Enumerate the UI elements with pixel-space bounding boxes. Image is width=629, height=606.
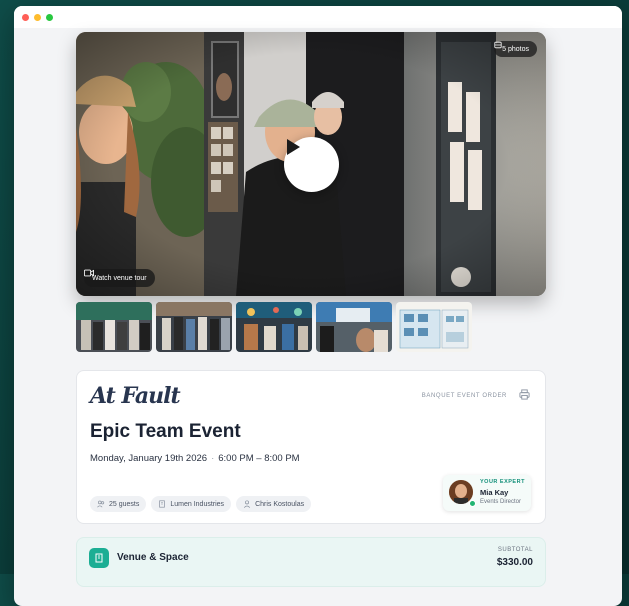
photo-count-badge[interactable]: 5 photos (494, 41, 537, 57)
watch-tour-button[interactable]: Watch venue tour (84, 269, 155, 287)
play-video-button[interactable] (284, 137, 339, 192)
video-camera-icon (84, 269, 94, 277)
venue-video-hero[interactable]: 5 photos Watch venue tour (76, 32, 546, 296)
event-details-chips: 25 guests Lumen Industries Chris Kostoul… (90, 496, 312, 512)
expert-label: YOUR EXPERT (480, 479, 525, 485)
online-status-dot (469, 500, 476, 507)
thumbnail-1[interactable] (76, 302, 152, 352)
expert-role: Events Director (480, 499, 522, 505)
thumbnail-5[interactable] (396, 302, 472, 352)
image-icon (494, 41, 502, 49)
building-icon (159, 500, 166, 508)
photo-thumbnail-strip (76, 302, 472, 352)
separator-dot: · (211, 453, 215, 464)
watch-tour-label: Watch venue tour (92, 274, 147, 282)
thumbnail-2[interactable] (156, 302, 232, 352)
close-window-button[interactable] (22, 13, 29, 21)
users-icon (97, 500, 105, 508)
event-time: 6:00 PM – 8:00 PM (218, 453, 300, 464)
event-datetime: Monday, January 19th 2026 · 6:00 PM – 8:00… (90, 453, 300, 464)
event-title: Epic Team Event (90, 421, 241, 442)
thumbnail-3[interactable] (236, 302, 312, 352)
venue-section-title: Venue & Space (117, 552, 189, 563)
contact-chip: Chris Kostoulas (236, 496, 312, 512)
venue-building-icon (89, 548, 109, 568)
venue-space-section[interactable]: Venue & Space SUBTOTAL $330.00 (76, 537, 546, 587)
event-summary-card: At Fault BANQUET EVENT ORDER Epic Team E… (76, 370, 546, 524)
arcade-thumbnail (236, 302, 312, 352)
floor-plan-thumbnail (396, 302, 472, 352)
event-date: Monday, January 19th 2026 (90, 453, 208, 464)
banquet-event-order-label: BANQUET EVENT ORDER (421, 393, 507, 399)
photo-count-label: 5 photos (502, 45, 529, 53)
expert-card[interactable]: YOUR EXPERT Mia Kay Events Director (443, 475, 531, 511)
subtotal-amount: $330.00 (496, 557, 533, 568)
play-icon (287, 139, 300, 155)
game-room-thumbnail (316, 302, 392, 352)
guests-count: 25 guests (109, 500, 140, 508)
guests-chip: 25 guests (90, 496, 147, 512)
minimize-window-button[interactable] (34, 13, 41, 21)
contact-name: Chris Kostoulas (255, 500, 305, 508)
company-chip: Lumen Industries (151, 496, 232, 512)
group-photo-thumbnail (76, 302, 152, 352)
maximize-window-button[interactable] (46, 13, 53, 21)
user-icon (243, 500, 251, 508)
print-icon[interactable] (519, 389, 530, 400)
window-titlebar (14, 6, 622, 28)
thumbnail-4[interactable] (316, 302, 392, 352)
subtotal-label: SUBTOTAL (497, 547, 533, 553)
expert-name: Mia Kay (480, 488, 509, 497)
team-photo-thumbnail (156, 302, 232, 352)
brand-logo: At Fault (90, 383, 181, 409)
company-name: Lumen Industries (170, 500, 225, 508)
